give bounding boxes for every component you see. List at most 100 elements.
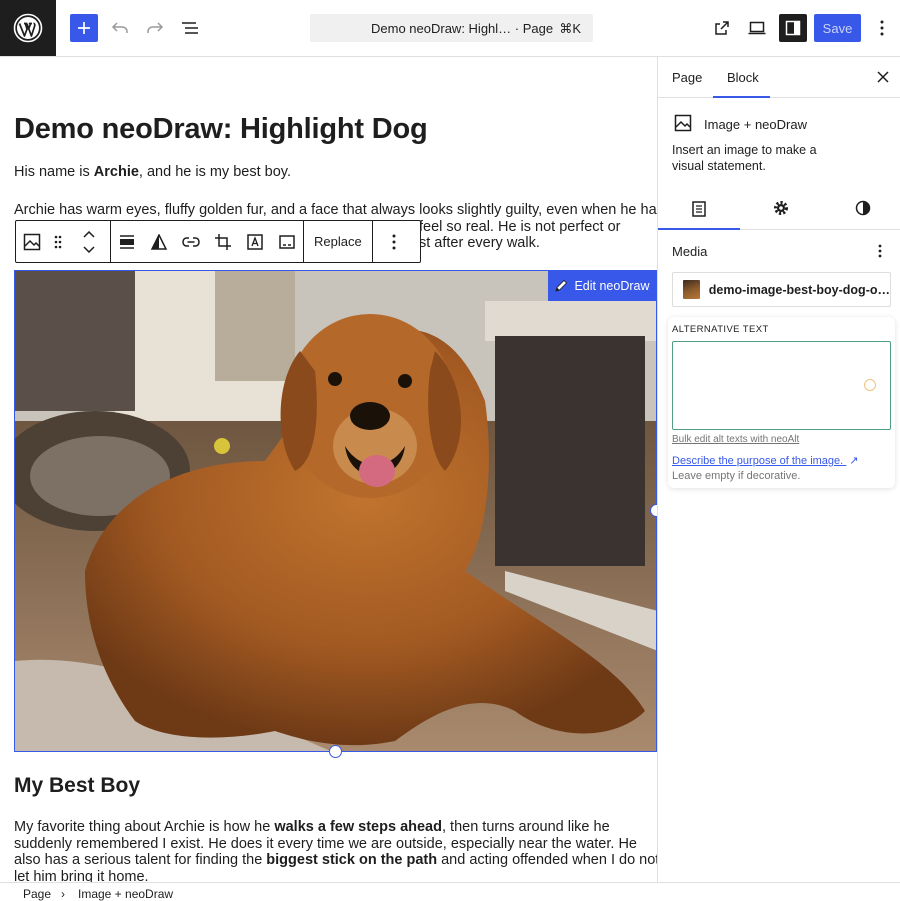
text: My favorite thing about Archie is how he bbox=[14, 819, 275, 835]
chevron-down-icon[interactable] bbox=[83, 245, 95, 253]
sidebar-toggle-icon bbox=[785, 20, 801, 36]
paragraph-block[interactable]: His name is Archie, and he is my best bo… bbox=[14, 164, 291, 181]
options-menu-button[interactable] bbox=[868, 14, 896, 42]
media-thumbnail bbox=[683, 280, 700, 299]
filter-icon bbox=[151, 233, 167, 250]
bold-text: walks a few steps ahead bbox=[274, 819, 442, 835]
describe-purpose-link[interactable]: Describe the purpose of the image. ↗ bbox=[672, 454, 859, 467]
align-wide-icon bbox=[120, 234, 134, 249]
plus-icon bbox=[78, 22, 90, 34]
media-file-item[interactable]: demo-image-best-boy-dog-o… bbox=[672, 272, 891, 307]
block-card-title: Image + neoDraw bbox=[704, 117, 807, 132]
describe-purpose-label: Describe the purpose of the image. bbox=[672, 455, 844, 467]
inspector-tabs bbox=[658, 188, 900, 230]
active-tab-indicator bbox=[713, 96, 770, 98]
bulk-edit-alt-link[interactable]: Bulk edit alt texts with neoAlt bbox=[672, 434, 799, 445]
editor-canvas[interactable]: Demo neoDraw: Highlight Dog His name is … bbox=[0, 57, 657, 882]
replace-button[interactable]: Replace bbox=[304, 221, 372, 262]
alt-text-panel: ALTERNATIVE TEXT Bulk edit alt texts wit… bbox=[668, 317, 895, 488]
move-buttons[interactable] bbox=[68, 221, 110, 262]
device-preview-icon bbox=[748, 21, 766, 35]
preview-button[interactable] bbox=[743, 14, 771, 42]
active-tab-indicator bbox=[658, 228, 740, 230]
command-shortcut: ⌘K bbox=[559, 21, 581, 36]
text: His name is bbox=[14, 164, 94, 180]
text-overlay-button[interactable] bbox=[239, 221, 271, 262]
contrast-icon[interactable] bbox=[855, 200, 871, 216]
image-icon bbox=[674, 114, 692, 132]
document-overview-icon bbox=[182, 22, 198, 34]
breadcrumb-separator: › bbox=[61, 887, 65, 901]
resize-handle-right[interactable] bbox=[650, 504, 657, 517]
settings-sidebar: Page Block Image + neoDraw Insert an ima… bbox=[657, 57, 900, 882]
breadcrumb-page[interactable]: Page bbox=[23, 887, 51, 901]
chevron-up-icon[interactable] bbox=[83, 230, 95, 238]
duotone-button[interactable] bbox=[143, 221, 175, 262]
block-breadcrumb: Page › Image + neoDraw bbox=[0, 882, 900, 901]
document-title-bar[interactable]: Demo neoDraw: Highl… · Page ⌘K bbox=[310, 14, 593, 42]
link-button[interactable] bbox=[175, 221, 207, 262]
tab-page[interactable]: Page bbox=[672, 70, 702, 85]
bold-text: Archie bbox=[93, 164, 139, 180]
breadcrumb-image-block[interactable]: Image + neoDraw bbox=[78, 887, 173, 901]
alt-text-label: ALTERNATIVE TEXT bbox=[672, 324, 769, 335]
external-link-icon bbox=[715, 21, 729, 35]
link-icon bbox=[182, 236, 200, 247]
gear-icon[interactable] bbox=[773, 200, 789, 216]
text-over-image-icon bbox=[247, 233, 263, 250]
block-toolbar: Replace bbox=[15, 220, 421, 263]
wordpress-logo-icon[interactable] bbox=[0, 0, 56, 56]
media-filename: demo-image-best-boy-dog-o… bbox=[708, 282, 890, 297]
undo-icon bbox=[111, 22, 128, 33]
crop-icon bbox=[215, 233, 231, 250]
redo-icon bbox=[147, 22, 164, 33]
editor-header: Demo neoDraw: Highl… · Page ⌘K Save bbox=[0, 0, 900, 57]
block-card-description: Insert an image to make a visual stateme… bbox=[672, 143, 817, 173]
heading-block[interactable]: My Best Boy bbox=[14, 774, 140, 798]
sidebar-tabs: Page Block bbox=[658, 57, 900, 98]
text: , and he is my best boy. bbox=[138, 164, 291, 180]
settings-list-icon[interactable] bbox=[692, 201, 706, 217]
alt-text-input[interactable] bbox=[672, 341, 891, 430]
dog-photo bbox=[15, 271, 656, 751]
settings-sidebar-toggle[interactable] bbox=[779, 14, 807, 42]
caption-button[interactable] bbox=[271, 221, 303, 262]
block-toolbar-group-replace: Replace bbox=[304, 221, 373, 262]
image-block[interactable]: Edit neoDraw bbox=[14, 270, 657, 752]
add-block-button[interactable] bbox=[70, 14, 98, 42]
document-overview-button[interactable] bbox=[176, 14, 204, 42]
document-title: Demo neoDraw: Highl… · Page bbox=[371, 21, 554, 36]
tab-block[interactable]: Block bbox=[727, 70, 759, 85]
block-toolbar-group-parent bbox=[16, 221, 111, 262]
drag-handle[interactable] bbox=[48, 221, 68, 262]
edit-neodraw-button[interactable]: Edit neoDraw bbox=[548, 271, 656, 301]
media-panel-title: Media bbox=[672, 244, 708, 259]
redo-button[interactable] bbox=[141, 14, 169, 42]
undo-button[interactable] bbox=[106, 14, 134, 42]
view-page-button[interactable] bbox=[708, 14, 736, 42]
align-button[interactable] bbox=[111, 221, 143, 262]
external-arrow-icon: ↗ bbox=[849, 455, 859, 467]
caption-icon bbox=[279, 234, 295, 249]
block-toolbar-group-tools bbox=[111, 221, 304, 262]
more-vertical-icon bbox=[392, 234, 396, 249]
page-title[interactable]: Demo neoDraw: Highlight Dog bbox=[14, 113, 428, 146]
pencil-icon bbox=[555, 279, 568, 292]
resize-handle-bottom[interactable] bbox=[329, 745, 342, 758]
loading-spinner-icon bbox=[864, 379, 876, 391]
block-toolbar-group-options bbox=[373, 221, 415, 262]
image-icon bbox=[23, 233, 41, 250]
edit-neodraw-label: Edit neoDraw bbox=[574, 279, 650, 293]
text-line: Archie has warm eyes, fluffy golden fur,… bbox=[14, 202, 657, 218]
paragraph-block[interactable]: My favorite thing about Archie is how he… bbox=[14, 819, 657, 882]
close-icon[interactable] bbox=[875, 69, 891, 85]
save-button[interactable]: Save bbox=[814, 14, 861, 42]
block-type-button[interactable] bbox=[16, 221, 48, 262]
drag-handle-icon bbox=[54, 235, 62, 248]
more-vertical-icon bbox=[880, 20, 884, 36]
crop-button[interactable] bbox=[207, 221, 239, 262]
decorative-hint: Leave empty if decorative. bbox=[672, 470, 801, 482]
block-options-button[interactable] bbox=[373, 221, 415, 262]
more-vertical-icon[interactable] bbox=[878, 244, 882, 258]
bold-text: biggest stick on the path bbox=[266, 852, 438, 868]
